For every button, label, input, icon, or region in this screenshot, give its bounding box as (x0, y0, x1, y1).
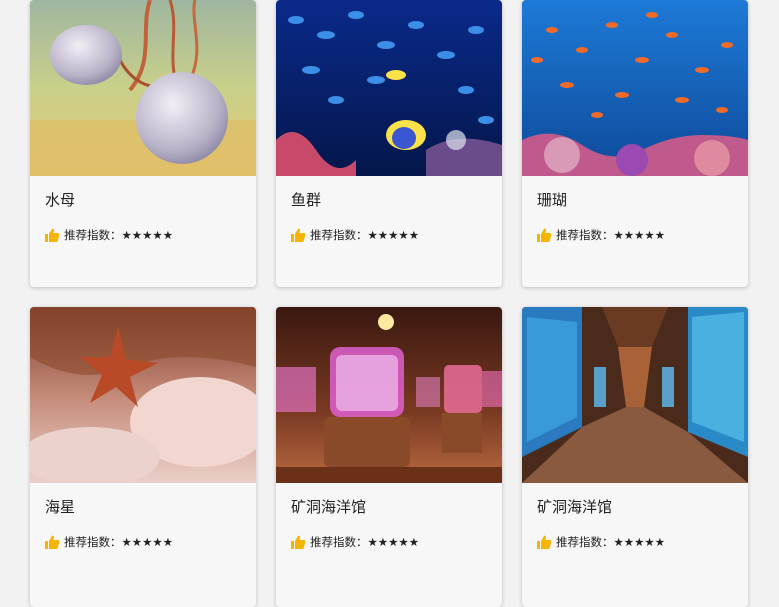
thumbs-up-icon (44, 535, 60, 549)
rating-label: 推荐指数： (556, 535, 614, 549)
starfish-photo[interactable] (30, 307, 256, 483)
card-title: 水母 (45, 191, 76, 209)
jellyfish-photo[interactable] (30, 0, 256, 176)
rating-label: 推荐指数： (556, 228, 614, 242)
thumbs-up-icon (290, 228, 306, 242)
cave-aquarium-photo[interactable] (276, 307, 502, 483)
card-title: 矿洞海洋馆 (537, 498, 613, 516)
rating-label: 推荐指数： (310, 535, 368, 549)
card-starfish[interactable]: 海星 推荐指数： ★★★★★ (30, 307, 256, 607)
card-title: 鱼群 (291, 191, 322, 209)
rating-label: 推荐指数： (64, 535, 122, 549)
rating-row: 推荐指数： ★★★★★ (44, 228, 256, 242)
rating-row: 推荐指数： ★★★★★ (44, 535, 256, 549)
thumbs-up-icon (44, 228, 60, 242)
card-jellyfish[interactable]: 水母 推荐指数： ★★★★★ (30, 0, 256, 287)
rating-stars: ★★★★★ (121, 535, 174, 549)
card-title: 海星 (45, 498, 76, 516)
thumbs-up-icon (536, 535, 552, 549)
rating-row: 推荐指数： ★★★★★ (536, 228, 748, 242)
rating-stars: ★★★★★ (121, 228, 174, 242)
rating-row: 推荐指数： ★★★★★ (290, 535, 502, 549)
rating-row: 推荐指数： ★★★★★ (536, 535, 748, 549)
rating-label: 推荐指数： (64, 228, 122, 242)
card-cave-aquarium[interactable]: 矿洞海洋馆 推荐指数： ★★★★★ (276, 307, 502, 607)
card-coral[interactable]: 珊瑚 推荐指数： ★★★★★ (522, 0, 748, 287)
aquarium-tunnel-photo[interactable] (522, 307, 748, 483)
coral-reef-photo[interactable] (522, 0, 748, 176)
card-title: 矿洞海洋馆 (291, 498, 367, 516)
card-title: 珊瑚 (537, 191, 568, 209)
rating-stars: ★★★★★ (613, 228, 666, 242)
fish-school-photo[interactable] (276, 0, 502, 176)
card-aquarium-tunnel[interactable]: 矿洞海洋馆 推荐指数： ★★★★★ (522, 307, 748, 607)
rating-stars: ★★★★★ (367, 228, 420, 242)
rating-stars: ★★★★★ (367, 535, 420, 549)
card-fish-school[interactable]: 鱼群 推荐指数： ★★★★★ (276, 0, 502, 287)
thumbs-up-icon (290, 535, 306, 549)
rating-row: 推荐指数： ★★★★★ (290, 228, 502, 242)
thumbs-up-icon (536, 228, 552, 242)
rating-label: 推荐指数： (310, 228, 368, 242)
rating-stars: ★★★★★ (613, 535, 666, 549)
